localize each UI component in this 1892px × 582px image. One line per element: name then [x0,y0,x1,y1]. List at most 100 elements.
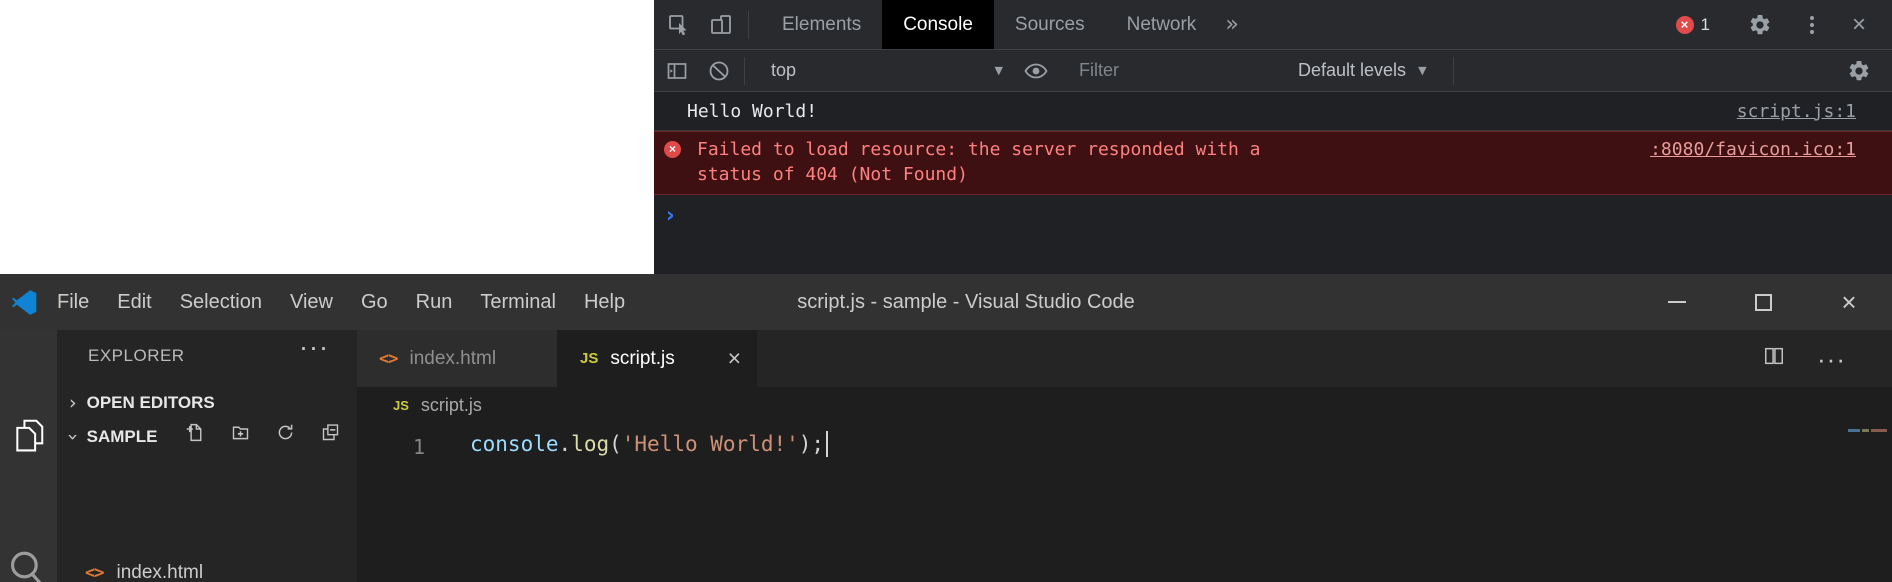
log-levels-dropdown[interactable]: Default levels ▼ [1298,60,1427,81]
chevron-down-icon: › [62,433,84,441]
search-icon[interactable] [6,548,48,582]
file-item-index-html[interactable]: <> index.html [85,558,203,582]
toolbar-divider [1453,57,1454,85]
menu-file[interactable]: File [43,291,103,314]
console-settings-gear-icon[interactable] [1846,58,1872,84]
more-tabs-icon[interactable]: » [1225,12,1238,37]
log-levels-value: Default levels [1298,60,1406,81]
error-count-badge[interactable]: × 1 [1676,15,1710,35]
js-file-icon: JS [393,398,409,413]
menu-run[interactable]: Run [402,291,467,314]
window-title: script.js - sample - Visual Studio Code [797,291,1135,314]
new-file-icon[interactable] [185,422,206,448]
toolbar-divider [748,11,749,39]
explorer-title: EXPLORER [88,346,185,366]
devtools-tabs: Elements Console Sources Network [761,0,1217,49]
html-file-icon: <> [85,563,103,582]
code-token: . [559,432,572,456]
devtools-tab-console[interactable]: Console [882,0,994,49]
kebab-menu-icon[interactable] [1810,16,1814,34]
error-icon: × [1676,16,1694,34]
line-number: 1 [393,435,425,459]
minimap-code-mark [1848,429,1860,432]
menu-selection[interactable]: Selection [166,291,276,314]
console-error-message: Failed to load resource: the server resp… [697,137,1261,187]
error-source-link[interactable]: :8080/favicon.ico:1 [1650,137,1856,162]
vscode-titlebar: File Edit Selection View Go Run Terminal… [0,274,1892,330]
prompt-chevron-icon: › [666,205,675,226]
text-cursor [826,431,828,457]
menu-edit[interactable]: Edit [103,291,165,314]
console-output: Hello World! script.js:1 × Failed to loa… [654,92,1892,226]
editor-tabs: <> index.html JS script.js × [357,330,1892,387]
code-token: log [571,432,609,456]
log-source-link[interactable]: script.js:1 [1737,101,1856,122]
chevron-right-icon: › [69,392,77,414]
explorer-icon[interactable] [9,416,47,459]
file-name: index.html [116,562,203,582]
tab-label: script.js [610,348,674,370]
devtools-tab-network[interactable]: Network [1106,0,1218,49]
inspect-element-icon[interactable] [664,10,694,40]
devtools-tab-elements[interactable]: Elements [761,0,882,49]
devtools-console-toolbar: top ▼ Default levels ▼ [654,50,1892,92]
console-filter-input[interactable] [1077,59,1286,82]
js-file-icon: JS [580,350,598,367]
collapse-folders-icon[interactable] [320,422,341,448]
open-editors-label: OPEN EDITORS [87,393,215,413]
tab-script-js[interactable]: JS script.js × [558,330,757,387]
device-toolbar-icon[interactable] [706,10,736,40]
editor-more-actions-icon[interactable]: ··· [1817,346,1846,372]
close-button[interactable]: × [1806,274,1892,330]
minimize-button[interactable] [1634,274,1720,330]
frame-context-selector[interactable]: top ▼ [771,60,1003,81]
more-actions-icon[interactable]: ··· [299,332,329,363]
split-editor-icon[interactable] [1763,345,1785,372]
maximize-button[interactable] [1720,274,1806,330]
tab-label: index.html [409,348,496,370]
error-line-2: status of 404 (Not Found) [697,162,1261,187]
editor-group: <> index.html JS script.js × [357,330,1892,582]
devtools-close-icon[interactable]: × [1852,13,1866,37]
new-folder-icon[interactable] [230,422,251,448]
tab-index-html[interactable]: <> index.html [357,330,558,387]
menu-terminal[interactable]: Terminal [466,291,570,314]
window-controls: × [1634,274,1892,330]
code-token: ( [609,432,622,456]
breadcrumb[interactable]: JS script.js [357,387,1892,423]
refresh-explorer-icon[interactable] [275,422,296,448]
close-icon: × [1841,289,1856,315]
maximize-icon [1755,294,1772,311]
code-editor[interactable]: 1 console.log('Hello World!'); [357,423,1892,582]
menu-view[interactable]: View [276,291,347,314]
settings-gear-icon[interactable] [1748,13,1772,37]
minimize-icon [1668,301,1686,303]
error-icon: × [664,141,681,158]
error-line-1: Failed to load resource: the server resp… [697,137,1261,162]
menu-go[interactable]: Go [347,291,402,314]
minimap[interactable] [1848,429,1887,432]
code-line: console.log('Hello World!'); [470,431,828,457]
console-sidebar-icon[interactable] [664,58,690,84]
devtools-toolbar-right: × 1 × [1676,0,1892,49]
folder-label: SAMPLE [87,427,158,447]
browser-page [0,0,654,274]
editor-toolbar: ··· [1763,330,1846,387]
console-log-message: Hello World! [687,101,817,122]
console-log-row: Hello World! script.js:1 [654,92,1892,131]
console-prompt[interactable]: › [654,195,1892,226]
activity-bar [0,330,57,582]
tab-close-icon[interactable]: × [728,347,741,370]
devtools-main-toolbar: Elements Console Sources Network » × 1 × [654,0,1892,50]
code-token: ); [799,432,824,456]
open-editors-section[interactable]: › OPEN EDITORS [69,392,215,414]
folder-section-sample[interactable]: › SAMPLE [69,426,157,448]
live-expression-eye-icon[interactable] [1023,58,1049,84]
explorer-actions [185,422,341,448]
clear-console-icon[interactable] [706,58,732,84]
screen: Elements Console Sources Network » × 1 × [0,0,1892,582]
code-token: console [470,432,559,456]
minimap-code-mark [1871,429,1887,432]
menu-help[interactable]: Help [570,291,639,314]
devtools-tab-sources[interactable]: Sources [994,0,1106,49]
